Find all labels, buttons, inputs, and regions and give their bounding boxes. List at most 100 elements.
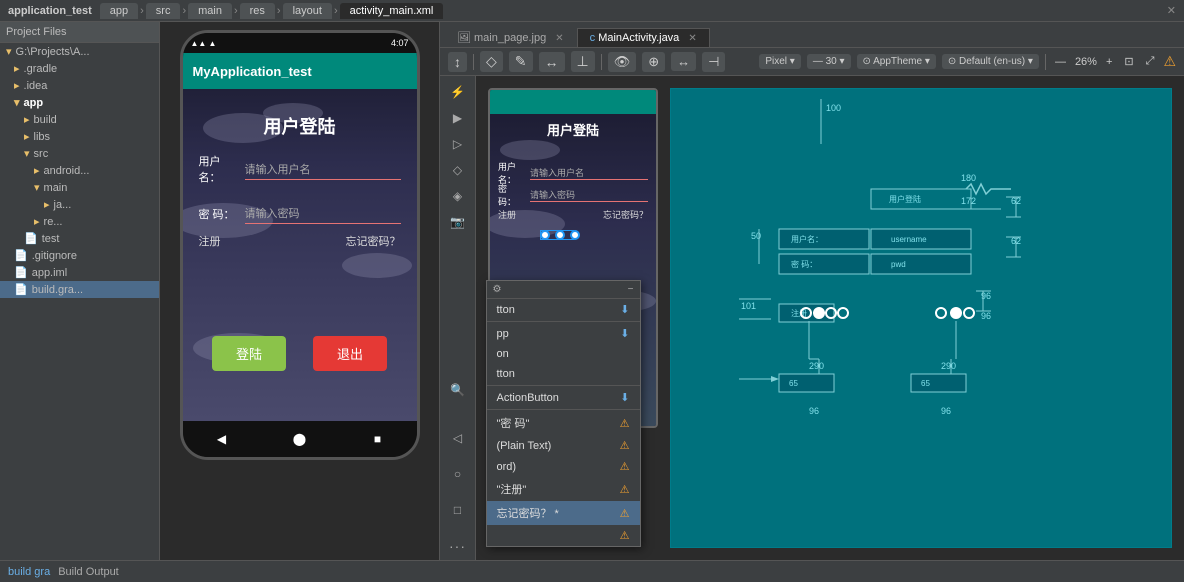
svg-text:96: 96 bbox=[981, 311, 991, 321]
tab-res[interactable]: res bbox=[240, 3, 275, 19]
toolbar-select-tool[interactable]: ↕ bbox=[448, 52, 467, 72]
phone-password-input[interactable]: 请输入密码 bbox=[245, 203, 401, 224]
designer-main: ⚡ ▶ ▷ ◇ ◈ 📷 🔍 ◁ ○ □ ··· bbox=[440, 76, 1184, 560]
diamond-tool[interactable]: ◇ bbox=[444, 158, 472, 182]
menu-item-btn1[interactable]: tton ⬇ bbox=[487, 299, 640, 320]
sidebar-item-java[interactable]: ▸ ja... bbox=[0, 196, 159, 213]
menu-item-plaintext[interactable]: (Plain Text) ⚠ bbox=[487, 435, 640, 456]
sidebar-item-libs[interactable]: ▸ libs bbox=[0, 128, 159, 145]
sidebar-item-appiml[interactable]: 📄 app.iml bbox=[0, 264, 159, 281]
search-tool[interactable]: 🔍 bbox=[444, 378, 472, 402]
more-tool[interactable]: ··· bbox=[444, 534, 472, 558]
sidebar-item-gitignore[interactable]: 📄 .gitignore bbox=[0, 247, 159, 264]
camera-tool[interactable]: 📷 bbox=[444, 210, 472, 234]
zoom-in-btn[interactable]: + bbox=[1103, 56, 1115, 68]
phone-form: 用户名： 请输入用户名 密 码： 请输入密码 bbox=[199, 153, 401, 242]
phone-links: 注册 忘记密码？ bbox=[199, 233, 401, 249]
tab-activity-main[interactable]: activity_main.xml bbox=[340, 3, 444, 19]
menu-label: ord) bbox=[497, 461, 517, 473]
tab-close-icon[interactable]: ✕ bbox=[688, 33, 696, 44]
menu-item-password[interactable]: "密 码" ⚠ bbox=[487, 411, 640, 435]
palette-tool[interactable]: ⚡ bbox=[444, 80, 472, 104]
toolbar-magnet-tool[interactable]: ⊕ bbox=[642, 52, 665, 72]
menu-item-app[interactable]: pp ⬇ bbox=[487, 323, 640, 344]
tab-close-icon[interactable]: ✕ bbox=[555, 33, 563, 44]
sidebar-item-app[interactable]: ▾ app bbox=[0, 94, 159, 111]
svg-text:101: 101 bbox=[741, 301, 756, 311]
locale-selector[interactable]: ⊙ Default (en-us) ▾ bbox=[942, 54, 1039, 69]
back-tool[interactable]: ◁ bbox=[444, 426, 472, 450]
sidebar-item-main[interactable]: ▾ main bbox=[0, 179, 159, 196]
toolbar-eye-tool[interactable]: 👁 bbox=[608, 52, 637, 72]
sidebar-item-test[interactable]: 📄 test bbox=[0, 230, 159, 247]
toolbar-anchor-tool[interactable]: ⊥ bbox=[571, 51, 595, 72]
phone-login-button[interactable]: 登陆 bbox=[212, 336, 286, 371]
sidebar-item-build-gradle[interactable]: 📄 build.gra... bbox=[0, 281, 159, 298]
tab-src[interactable]: src bbox=[146, 3, 181, 19]
recents-button[interactable]: ■ bbox=[369, 430, 387, 448]
sidebar-item-build[interactable]: ▸ build bbox=[0, 111, 159, 128]
toolbar-align-tool[interactable]: ⊣ bbox=[702, 52, 725, 72]
project-title: application_test bbox=[8, 5, 92, 17]
breadcrumb-tabs: app › src › main › res › layout › activi… bbox=[100, 3, 444, 19]
tag-tool[interactable]: ◈ bbox=[444, 184, 472, 208]
zoom-fit-btn[interactable]: ⊡ bbox=[1121, 55, 1136, 68]
volume-high-tool[interactable]: ▶ bbox=[444, 106, 472, 130]
sidebar-item-idea[interactable]: ▸ .idea bbox=[0, 77, 159, 94]
sidebar-item-re[interactable]: ▸ re... bbox=[0, 213, 159, 230]
menu-item-forgot[interactable]: 忘记密码？ * ⚠ bbox=[487, 501, 640, 525]
svg-text:username: username bbox=[891, 235, 927, 244]
build-gradle-link[interactable]: build gra bbox=[8, 566, 50, 578]
menu-item-last[interactable]: ⚠ bbox=[487, 525, 640, 546]
d-register-link[interactable]: 注册 bbox=[498, 208, 516, 221]
phone-username-input[interactable]: 请输入用户名 bbox=[245, 159, 401, 180]
sidebar-item-root[interactable]: ▾ G:\Projects\A... bbox=[0, 43, 159, 60]
menu-label: on bbox=[497, 348, 509, 360]
tab-main[interactable]: main bbox=[188, 3, 232, 19]
sidebar-item-src[interactable]: ▾ src bbox=[0, 145, 159, 162]
menu-close-icon[interactable]: − bbox=[628, 284, 634, 295]
build-output-label: Build Output bbox=[58, 566, 119, 578]
menu-item-on[interactable]: on bbox=[487, 344, 640, 364]
tab-app[interactable]: app bbox=[100, 3, 138, 19]
editor-tab-bar: 🖼 main_page.jpg ✕ c MainActivity.java ✕ bbox=[440, 22, 1184, 48]
tab-mainactivity-java[interactable]: c MainActivity.java ✕ bbox=[577, 28, 710, 47]
d-forgot-link[interactable]: 忘记密码？ bbox=[603, 208, 648, 221]
home-button[interactable]: ⬤ bbox=[291, 430, 309, 448]
toolbar-shape-tool[interactable]: ◇ bbox=[480, 51, 503, 72]
menu-gear-icon[interactable]: ⚙ bbox=[493, 284, 502, 295]
svg-text:pwd: pwd bbox=[891, 260, 906, 269]
sidebar-item-gradle[interactable]: ▸ .gradle bbox=[0, 60, 159, 77]
circle-tool[interactable]: ○ bbox=[444, 462, 472, 486]
menu-label: ActionButton bbox=[497, 392, 559, 404]
menu-item-register[interactable]: "注册" ⚠ bbox=[487, 477, 640, 501]
zoom-out-btn[interactable]: — bbox=[1052, 56, 1069, 68]
toolbar-text-tool[interactable]: ✎ bbox=[509, 51, 533, 72]
tab-layout[interactable]: layout bbox=[283, 3, 332, 19]
svg-text:100: 100 bbox=[826, 103, 841, 113]
volume-low-tool[interactable]: ▷ bbox=[444, 132, 472, 156]
phone-exit-button[interactable]: 退出 bbox=[313, 336, 387, 371]
square-tool[interactable]: □ bbox=[444, 498, 472, 522]
zoom-expand-btn[interactable]: ⤢ bbox=[1143, 55, 1158, 68]
menu-divider-2 bbox=[487, 385, 640, 386]
phone-register-link[interactable]: 注册 bbox=[199, 233, 221, 249]
menu-item-actionbtn[interactable]: ActionButton ⬇ bbox=[487, 387, 640, 408]
toolbar-sep-3 bbox=[1045, 54, 1046, 70]
menu-item-ord[interactable]: ord) ⚠ bbox=[487, 456, 640, 477]
tab-label: 🖼 main_page.jpg bbox=[457, 32, 546, 44]
menu-label: pp bbox=[497, 328, 509, 340]
svg-text:96: 96 bbox=[941, 406, 951, 416]
device-selector[interactable]: Pixel ▾ bbox=[759, 54, 800, 69]
api-level-selector[interactable]: — 30 ▾ bbox=[807, 54, 851, 69]
phone-forgot-link[interactable]: 忘记密码？ bbox=[346, 233, 401, 249]
sidebar-item-android[interactable]: ▸ android... bbox=[0, 162, 159, 179]
close-btn[interactable]: ✕ bbox=[1167, 4, 1176, 17]
toolbar-expand-tool[interactable]: ↔ bbox=[671, 52, 696, 71]
back-button[interactable]: ◀ bbox=[213, 430, 231, 448]
toolbar-arrow-tool[interactable]: ↔ bbox=[539, 52, 565, 72]
menu-item-btn2[interactable]: tton bbox=[487, 364, 640, 384]
phone-app-title: MyApplication_test bbox=[193, 64, 312, 79]
theme-selector[interactable]: ⊙ AppTheme ▾ bbox=[857, 54, 936, 69]
tab-main-page-jpg[interactable]: 🖼 main_page.jpg ✕ bbox=[444, 27, 577, 47]
